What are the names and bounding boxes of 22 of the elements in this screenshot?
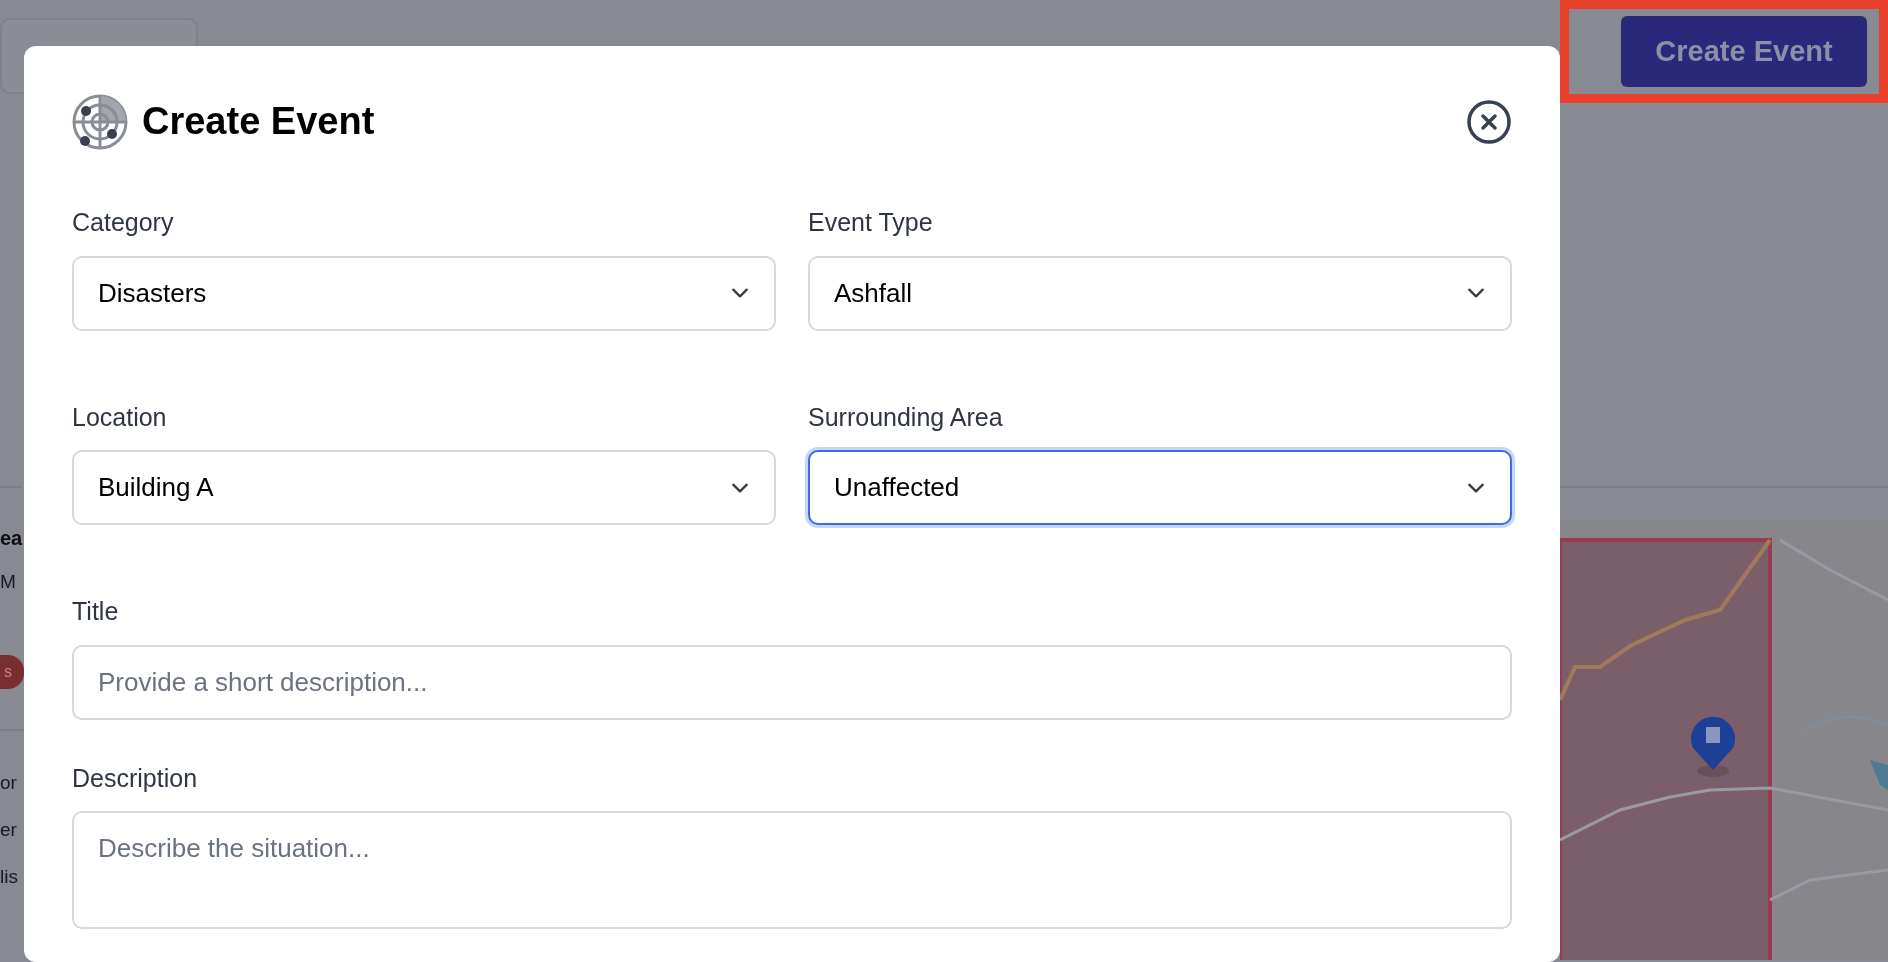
close-button[interactable] — [1466, 99, 1512, 145]
body-text: er — [0, 818, 17, 842]
field-label: Description — [72, 762, 199, 794]
text-area[interactable]: Describe the situation... — [72, 811, 1512, 929]
radar-icon — [72, 94, 128, 150]
dialog-title: Create Event — [142, 99, 375, 145]
heading-text: ea — [0, 486, 23, 558]
select-field[interactable]: Disasters — [72, 255, 776, 331]
select-field[interactable]: Unaffected — [808, 450, 1512, 525]
field-label: Category — [72, 207, 175, 238]
body-text: or — [0, 771, 17, 795]
create-event-button[interactable]: Create Event — [1621, 15, 1867, 88]
field-label: Location — [72, 401, 168, 433]
input-field[interactable]: Provide a short description... — [72, 644, 1512, 720]
field-label: Surrounding Area — [808, 401, 1004, 433]
select-field[interactable]: Building A — [72, 450, 776, 525]
status-badge: s — [0, 655, 24, 689]
select-field[interactable]: Ashfall — [808, 255, 1512, 331]
body-text: M — [0, 570, 16, 594]
body-text: lis — [0, 865, 18, 889]
field-label: Title — [72, 596, 120, 627]
field-label: Event Type — [808, 207, 934, 238]
